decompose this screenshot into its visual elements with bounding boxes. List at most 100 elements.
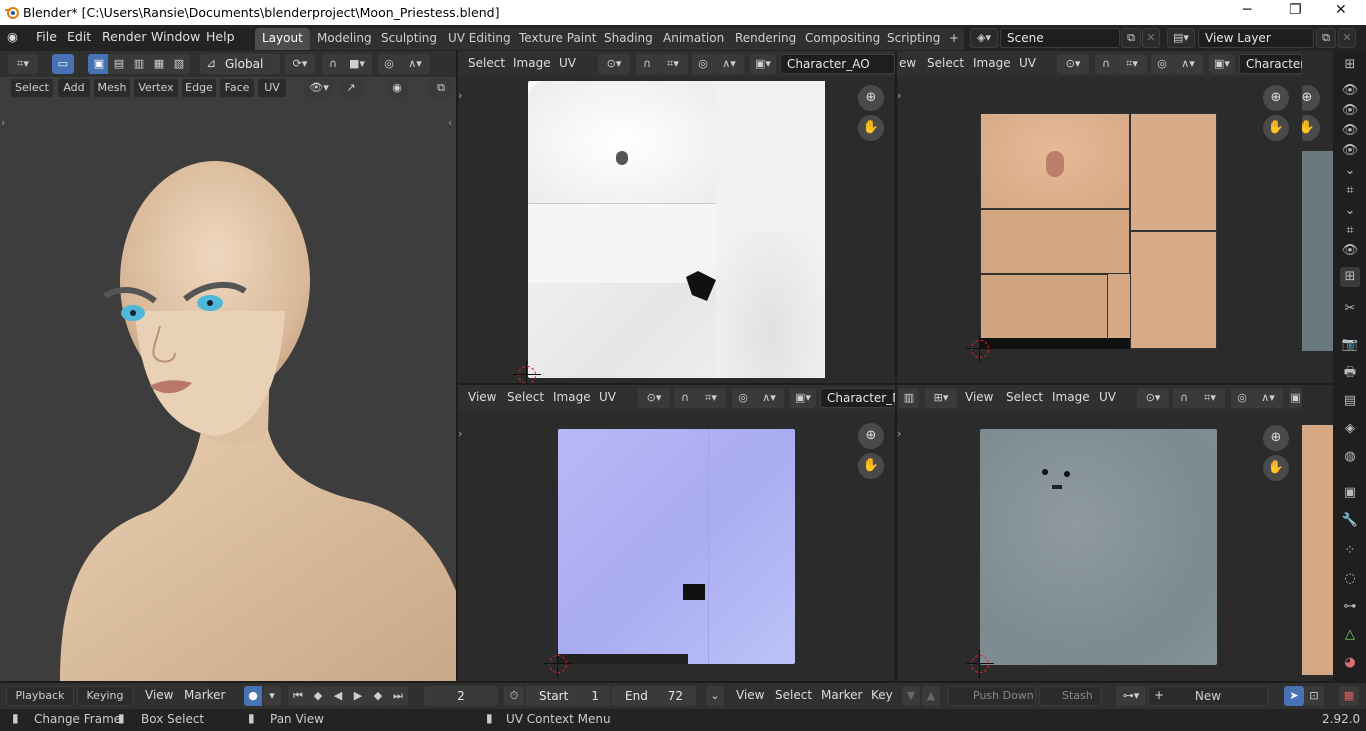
play-reverse-icon[interactable]: ◀ bbox=[328, 686, 348, 706]
uv4-zoom-icon[interactable]: ⊕ bbox=[1263, 425, 1289, 451]
jump-next-keyframe-icon[interactable]: ◆ bbox=[368, 686, 388, 706]
menu-help[interactable]: Help bbox=[206, 29, 235, 44]
keying-menu[interactable]: Keying bbox=[77, 686, 133, 706]
outliner-collapse-icon[interactable]: ⌄ bbox=[1340, 161, 1360, 181]
uv1-falloff-icon[interactable]: ∧▾ bbox=[714, 54, 744, 74]
output-properties-icon[interactable]: 🖶 bbox=[1340, 363, 1360, 383]
stash-button[interactable]: Stash bbox=[1039, 686, 1101, 706]
world-properties-icon[interactable]: ◍ bbox=[1340, 447, 1360, 467]
editor-type-icon[interactable]: ⌗▾ bbox=[8, 54, 38, 74]
menu-3d-face[interactable]: Face bbox=[219, 78, 255, 98]
uv2-pivot-icon[interactable]: ⊙▾ bbox=[1057, 54, 1089, 74]
select-mode-set-icon[interactable]: ▣ bbox=[88, 54, 110, 74]
uv2-pan-icon[interactable]: ✋ bbox=[1263, 115, 1289, 141]
dopesheet-menu-select[interactable]: Select bbox=[775, 688, 812, 702]
view-layer-properties-icon[interactable]: ▤ bbox=[1340, 391, 1360, 411]
uv4-pan-icon[interactable]: ✋ bbox=[1263, 455, 1289, 481]
properties-toggle-icon[interactable]: ⊞ bbox=[1340, 267, 1360, 287]
jump-start-icon[interactable]: ⏮ bbox=[288, 686, 308, 706]
copy-view-layer-icon[interactable]: ⧉ bbox=[1316, 28, 1336, 48]
uv2-proportional-icon[interactable]: ◎ bbox=[1151, 54, 1173, 74]
particle-properties-icon[interactable]: ⁘ bbox=[1340, 541, 1360, 561]
uv-editor-ao[interactable]: Select Image UV ⊙▾ ∩ ⌗▾ ◎ ∧▾ ▣▾ Characte… bbox=[458, 51, 895, 383]
scene-properties-icon[interactable]: ◈ bbox=[1340, 419, 1360, 439]
auto-keying-icon[interactable]: ● bbox=[244, 686, 262, 706]
uv3-snap-target-icon[interactable]: ⌗▾ bbox=[696, 388, 726, 408]
uv1-menu-image[interactable]: Image bbox=[513, 56, 551, 70]
uv4-falloff-icon[interactable]: ∧▾ bbox=[1253, 388, 1283, 408]
data-properties-icon[interactable]: △ bbox=[1340, 625, 1360, 645]
uv2-menu-uv[interactable]: UV bbox=[1019, 56, 1036, 70]
select-box-tool-icon[interactable]: ▭ bbox=[52, 54, 74, 74]
action-browse-icon[interactable]: ⊶▾ bbox=[1116, 686, 1146, 706]
uv3-pivot-icon[interactable]: ⊙▾ bbox=[638, 388, 670, 408]
push-down-button[interactable]: Push Down bbox=[948, 686, 1036, 706]
outliner-vis-icon-3[interactable]: 👁 bbox=[1340, 121, 1360, 141]
uv4-split-icon[interactable]: ▥ bbox=[899, 388, 919, 408]
uv4-snap-target-icon[interactable]: ⌗▾ bbox=[1195, 388, 1225, 408]
uv3-menu-uv[interactable]: UV bbox=[599, 390, 616, 404]
select-mode-subtract-icon[interactable]: ▥ bbox=[128, 54, 150, 74]
menu-3d-mesh[interactable]: Mesh bbox=[93, 78, 131, 98]
uv2-snap-target-icon[interactable]: ⌗▾ bbox=[1117, 54, 1147, 74]
gizmo-icon[interactable]: ↗ bbox=[340, 78, 362, 98]
keying-set-dropdown-icon[interactable]: ▾ bbox=[263, 686, 281, 706]
dopesheet-filter-icon[interactable]: ▦ bbox=[1339, 686, 1359, 706]
uv1-2d-cursor[interactable] bbox=[513, 361, 541, 383]
cursor-select-icon[interactable]: ➤ bbox=[1284, 686, 1304, 706]
tab-rendering[interactable]: Rendering bbox=[728, 28, 804, 50]
uv4-menu-image[interactable]: Image bbox=[1052, 390, 1090, 404]
physics-properties-icon[interactable]: ◌ bbox=[1340, 569, 1360, 589]
partial-editor-top[interactable]: ⊕ ✋ bbox=[1302, 51, 1333, 383]
uv4-menu-view[interactable]: View bbox=[965, 390, 993, 404]
uv3-menu-view[interactable]: View bbox=[468, 390, 496, 404]
uv1-proportional-icon[interactable]: ◎ bbox=[692, 54, 714, 74]
menu-3d-vertex[interactable]: Vertex bbox=[133, 78, 179, 98]
uv2-snap-icon[interactable]: ∩ bbox=[1095, 54, 1117, 74]
pivot-point-icon[interactable]: ⟳▾ bbox=[285, 54, 315, 74]
uv3-zoom-icon[interactable]: ⊕ bbox=[858, 423, 884, 449]
tab-animation[interactable]: Animation bbox=[656, 28, 732, 50]
copy-scene-icon[interactable]: ⧉ bbox=[1121, 28, 1141, 48]
partial-top-pan-icon[interactable]: ✋ bbox=[1302, 115, 1320, 141]
uv2-toolbar-expand-icon[interactable]: › bbox=[897, 89, 901, 102]
timeline-menu-view[interactable]: View bbox=[145, 688, 173, 702]
uv2-menu-view[interactable]: ew bbox=[899, 56, 916, 70]
partial-editor-bottom[interactable]: ⊕ ✋ bbox=[1302, 385, 1333, 681]
uv2-image-browse-icon[interactable]: ▣▾ bbox=[1209, 54, 1235, 74]
action-down-icon[interactable]: ▼ bbox=[902, 686, 920, 706]
uv1-pivot-icon[interactable]: ⊙▾ bbox=[598, 54, 630, 74]
uv4-image-browse-icon[interactable]: ▣ bbox=[1289, 388, 1302, 408]
object-properties-icon[interactable]: ▣ bbox=[1340, 483, 1360, 503]
uv2-falloff-icon[interactable]: ∧▾ bbox=[1173, 54, 1203, 74]
playback-menu[interactable]: Playback bbox=[6, 686, 74, 706]
outliner-item-icon-1[interactable]: ⌗ bbox=[1340, 181, 1360, 201]
uv-editor-color[interactable]: ew Select Image UV ⊙▾ ∩ ⌗▾ ◎ ∧▾ ▣▾ Chara… bbox=[897, 51, 1302, 383]
current-frame-field[interactable]: 2 bbox=[424, 686, 498, 706]
uv3-2d-cursor[interactable] bbox=[544, 650, 572, 678]
dopesheet-editor-type-icon[interactable]: ⌄ bbox=[706, 686, 724, 706]
uv3-snap-icon[interactable]: ∩ bbox=[674, 388, 696, 408]
timeline-menu-marker[interactable]: Marker bbox=[184, 688, 225, 702]
box-select-icon[interactable]: ⊡ bbox=[1304, 686, 1324, 706]
outliner-toggle-icon[interactable]: ⊞ bbox=[1340, 55, 1360, 75]
close-button[interactable]: ✕ bbox=[1335, 2, 1347, 18]
partial-top-zoom-icon[interactable]: ⊕ bbox=[1302, 85, 1320, 111]
snap-target-icon[interactable]: ■▾ bbox=[342, 54, 372, 74]
material-properties-icon[interactable]: ◕ bbox=[1340, 653, 1360, 673]
uv4-2d-cursor[interactable] bbox=[966, 650, 994, 678]
outliner-vis-icon-5[interactable]: 👁 bbox=[1340, 241, 1360, 261]
menu-file[interactable]: File bbox=[36, 29, 57, 44]
tab-shading[interactable]: Shading bbox=[597, 28, 660, 50]
uv3-falloff-icon[interactable]: ∧▾ bbox=[754, 388, 784, 408]
uv1-menu-select[interactable]: Select bbox=[468, 56, 505, 70]
visibility-icon[interactable]: 👁▾ bbox=[304, 78, 334, 98]
delete-scene-icon[interactable]: ✕ bbox=[1142, 28, 1160, 48]
uv1-image-name-field[interactable]: Character_AO bbox=[780, 54, 895, 74]
menu-render[interactable]: Render bbox=[102, 29, 147, 44]
jump-prev-keyframe-icon[interactable]: ◆ bbox=[308, 686, 328, 706]
uv1-pan-icon[interactable]: ✋ bbox=[858, 115, 884, 141]
dopesheet-menu-view[interactable]: View bbox=[736, 688, 764, 702]
menu-3d-add[interactable]: Add bbox=[57, 78, 91, 98]
uv1-zoom-icon[interactable]: ⊕ bbox=[858, 85, 884, 111]
